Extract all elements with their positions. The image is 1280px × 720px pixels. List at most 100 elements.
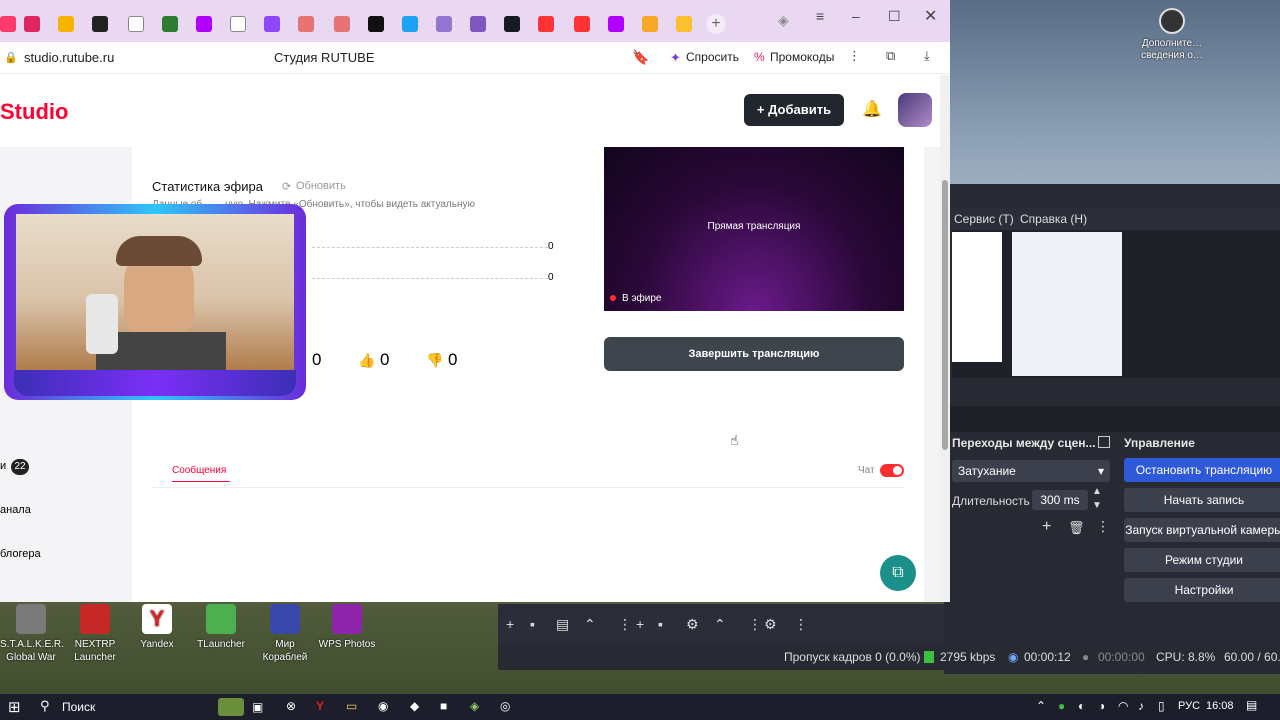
transition-select[interactable]: Затухание ▾ xyxy=(952,460,1110,482)
lock-icon[interactable]: 🔒 xyxy=(4,51,18,64)
yandex-browser-icon[interactable]: Y xyxy=(316,699,324,713)
tab-icon[interactable] xyxy=(0,16,16,32)
bookmark-icon[interactable]: 🔖 xyxy=(632,49,649,66)
trash-icon[interactable]: ▪ xyxy=(658,616,663,632)
undock-icon[interactable] xyxy=(1098,436,1110,448)
more-icon[interactable]: ⋮ xyxy=(1096,518,1110,535)
wifi-icon[interactable]: ◠ xyxy=(1118,699,1128,713)
desktop-icon-nextrp[interactable]: NEXTRP Launcher xyxy=(64,604,126,664)
tab-icon[interactable] xyxy=(298,16,314,32)
duration-field[interactable]: 300 ms xyxy=(1032,490,1088,510)
mixer-settings-icon[interactable]: ⚙ xyxy=(764,616,777,633)
task-view-icon[interactable]: ▣ xyxy=(252,700,263,714)
notifications-icon[interactable]: ▤ xyxy=(1246,698,1257,712)
chevron-up-icon[interactable]: ⌃ xyxy=(714,616,726,633)
add-icon[interactable]: + xyxy=(506,616,514,632)
more-icon[interactable]: ⋮ xyxy=(848,48,861,64)
explorer-icon[interactable]: ▭ xyxy=(346,699,357,713)
scroll-thumb[interactable] xyxy=(942,180,948,450)
chevron-up-icon[interactable]: ⌃ xyxy=(1036,699,1046,713)
tray-icon-3[interactable]: ◑ xyxy=(1098,699,1105,713)
more-icon[interactable]: ⋮ xyxy=(618,616,632,633)
tab-icon[interactable] xyxy=(470,16,486,32)
add-icon[interactable]: + xyxy=(1042,518,1051,536)
new-tab-button[interactable]: + xyxy=(706,14,726,34)
search-icon[interactable]: ⚲ xyxy=(40,698,50,714)
clock[interactable]: 16:08 xyxy=(1206,700,1234,712)
tray-icon[interactable]: ● xyxy=(1058,699,1065,713)
tab-icon[interactable] xyxy=(368,16,384,32)
menu-help[interactable]: Справка (Н) xyxy=(1020,212,1087,226)
more-icon[interactable]: ⋮ xyxy=(794,616,808,633)
app-icon-3[interactable]: ◈ xyxy=(470,699,479,713)
gear-icon[interactable]: ⚙ xyxy=(686,616,699,633)
trash-icon[interactable]: 🗑 xyxy=(1068,520,1085,536)
add-button[interactable]: + Добавить xyxy=(744,94,844,126)
tray-icon-4[interactable]: ▯ xyxy=(1158,699,1165,713)
widgets-icon[interactable] xyxy=(218,698,244,716)
desktop-icon-additional-info[interactable]: Дополните… сведения о… xyxy=(1140,8,1204,62)
tab-icon[interactable] xyxy=(92,16,108,32)
promo-button[interactable]: Промокоды xyxy=(770,50,834,64)
start-virtual-camera-button[interactable]: Запуск виртуальной камеры xyxy=(1124,518,1280,542)
tab-icon[interactable] xyxy=(504,16,520,32)
download-icon[interactable]: ⤓ xyxy=(924,48,930,64)
trash-icon[interactable]: ▪ xyxy=(530,616,535,632)
tab-icon[interactable] xyxy=(402,16,418,32)
studio-mode-button[interactable]: Режим студии xyxy=(1124,548,1280,572)
live-preview[interactable]: Прямая трансляция В эфире xyxy=(604,147,904,311)
sidebar-item[interactable]: и xyxy=(0,460,6,472)
chat-toggle[interactable] xyxy=(880,464,904,477)
desktop-icon-world-of-warships[interactable]: Мир Кораблей xyxy=(254,604,316,664)
tab-icon[interactable] xyxy=(334,16,350,32)
start-recording-button[interactable]: Начать запись xyxy=(1124,488,1280,512)
tab-icon[interactable] xyxy=(128,16,144,32)
tab-icon[interactable] xyxy=(642,16,658,32)
studio-logo[interactable]: Studio xyxy=(0,99,68,125)
taskbar-search-label[interactable]: Поиск xyxy=(62,700,95,714)
close-icon[interactable]: ✕ xyxy=(924,6,937,26)
menu-icon[interactable]: ≡ xyxy=(816,8,824,24)
tab-icon[interactable] xyxy=(58,16,74,32)
tab-messages[interactable]: Сообщения xyxy=(172,465,226,476)
stop-streaming-button[interactable]: Остановить трансляцию xyxy=(1124,458,1280,482)
minimize-icon[interactable]: – xyxy=(852,8,860,24)
app-icon[interactable]: ◆ xyxy=(410,699,419,713)
tab-icon[interactable] xyxy=(264,16,280,32)
tab-icon[interactable] xyxy=(676,16,692,32)
sidebar-item-channel[interactable]: анала xyxy=(0,504,31,516)
tab-icon[interactable] xyxy=(196,16,212,32)
refresh-icon[interactable]: ⟳ xyxy=(282,180,291,193)
add-icon[interactable]: + xyxy=(636,616,644,632)
volume-icon[interactable]: ♪ xyxy=(1138,699,1144,713)
tab-icon[interactable] xyxy=(436,16,452,32)
support-chat-icon[interactable]: ⧉ xyxy=(880,555,916,591)
tab-icon[interactable] xyxy=(230,16,246,32)
more-icon[interactable]: ⋮ xyxy=(748,616,762,633)
tray-icon-2[interactable]: ◐ xyxy=(1078,699,1085,713)
desktop-icon-wps-photos[interactable]: WPS Photos xyxy=(316,604,378,651)
tab-icon[interactable] xyxy=(24,16,40,32)
avatar[interactable] xyxy=(898,93,932,127)
bell-icon[interactable]: 🔔 xyxy=(862,99,882,119)
filter-icon[interactable]: ▤ xyxy=(556,616,569,633)
tab-icon[interactable] xyxy=(538,16,554,32)
tab-icon[interactable] xyxy=(162,16,178,32)
tab-icon[interactable] xyxy=(608,16,624,32)
steam-icon[interactable]: ◎ xyxy=(500,699,510,713)
maximize-icon[interactable]: ☐ xyxy=(888,8,901,25)
ask-button[interactable]: Спросить xyxy=(686,50,739,64)
collections-icon[interactable]: ⧉ xyxy=(886,48,895,64)
app-icon-2[interactable]: ■ xyxy=(440,699,447,713)
desktop-icon-yandex[interactable]: Y Yandex xyxy=(126,604,188,651)
input-language[interactable]: РУС xyxy=(1178,700,1200,712)
stepper-up-icon[interactable]: ▲ xyxy=(1092,486,1102,497)
obs-taskbar-icon[interactable]: ◉ xyxy=(378,699,388,713)
url-field[interactable]: studio.rutube.ru xyxy=(24,50,114,65)
extension-icon[interactable]: ◈ xyxy=(778,12,789,29)
xbox-icon[interactable]: ⊗ xyxy=(286,699,296,713)
chevron-up-icon[interactable]: ⌃ xyxy=(584,616,596,633)
stepper-down-icon[interactable]: ▼ xyxy=(1092,500,1102,511)
settings-button[interactable]: Настройки xyxy=(1124,578,1280,602)
end-stream-button[interactable]: Завершить трансляцию xyxy=(604,337,904,371)
